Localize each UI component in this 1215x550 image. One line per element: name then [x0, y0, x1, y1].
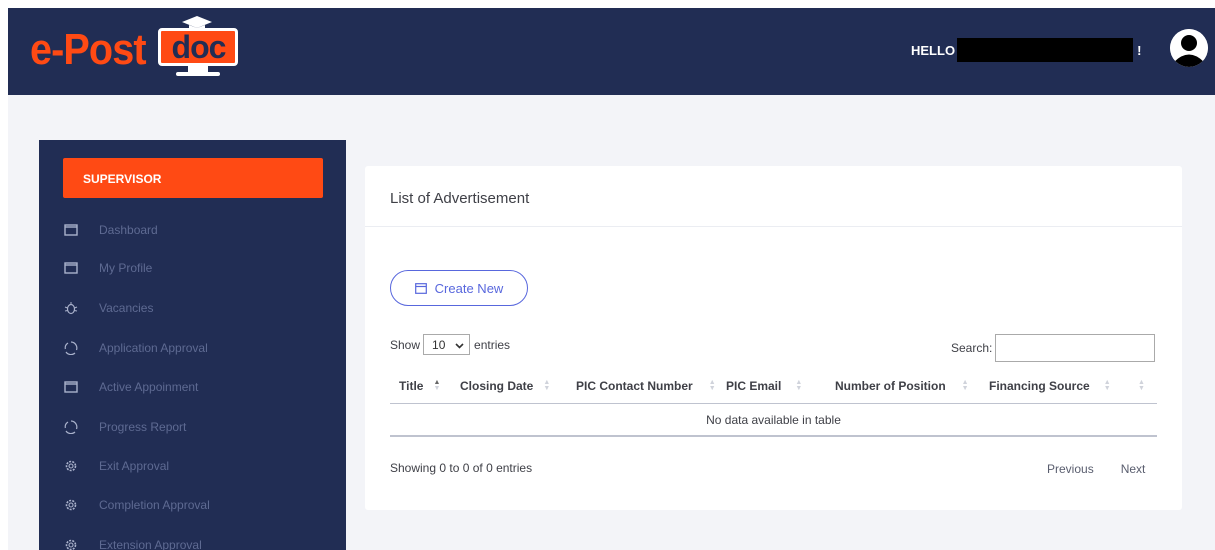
- sidebar-item-my-profile[interactable]: My Profile: [63, 258, 152, 278]
- create-new-label: Create New: [434, 280, 504, 296]
- sort-icon: ▲ ▼: [795, 379, 803, 392]
- column-header-actions[interactable]: ▲ ▼: [1115, 369, 1157, 403]
- bug-icon: [63, 300, 79, 316]
- cycle-icon: [63, 419, 79, 435]
- sidebar-item-exit-approval[interactable]: Exit Approval: [63, 456, 169, 476]
- previous-button[interactable]: Previous: [1047, 462, 1094, 476]
- sidebar-item-label: My Profile: [99, 261, 153, 275]
- column-header-pic-email[interactable]: PIC Email ▲ ▼: [717, 369, 826, 403]
- sidebar-item-dashboard[interactable]: Dashboard: [63, 220, 158, 240]
- entries-length-control: Show 10 entries: [390, 334, 510, 355]
- greeting-suffix: !: [1137, 42, 1142, 58]
- monitor-icon: doc: [154, 16, 242, 78]
- sidebar-item-active-appoinment[interactable]: Active Appoinment: [63, 377, 198, 397]
- advertisement-table: Title ▲ ▼ Closing Date ▲ ▼ PIC Contact Num…: [390, 369, 1157, 437]
- gear-icon: [63, 537, 79, 550]
- table-search: Search:: [951, 334, 1156, 362]
- folder-icon: [63, 222, 79, 238]
- redacted-username: [957, 38, 1134, 62]
- sort-icon: ▲ ▼: [961, 379, 969, 392]
- page-title: List of Advertisement: [365, 166, 1182, 227]
- sidebar-item-label: Vacancies: [99, 301, 154, 315]
- sidebar: SUPERVISOR Dashboard My Profile Vacancie…: [39, 140, 346, 550]
- search-input[interactable]: [995, 334, 1156, 362]
- top-navbar: e-Post doc HELLO !: [8, 8, 1215, 95]
- column-header-financing-source[interactable]: Financing Source ▲ ▼: [980, 369, 1115, 403]
- user-greeting: HELLO !: [911, 38, 1141, 62]
- epostdoc-logo[interactable]: e-Post doc: [30, 16, 242, 78]
- column-header-pic-contact-number[interactable]: PIC Contact Number ▲ ▼: [567, 369, 717, 403]
- role-badge[interactable]: SUPERVISOR: [63, 158, 323, 198]
- sidebar-item-label: Extension Approval: [99, 538, 202, 550]
- sort-asc-icon: ▲ ▼: [433, 379, 441, 392]
- column-header-title[interactable]: Title ▲ ▼: [390, 369, 451, 403]
- chevron-down-icon: [455, 338, 464, 352]
- sidebar-item-label: Exit Approval: [99, 459, 170, 473]
- sidebar-item-label: Application Approval: [99, 341, 208, 355]
- create-new-button[interactable]: Create New: [390, 270, 528, 306]
- pagination: Previous Next: [1047, 462, 1145, 476]
- entries-select-value: 10: [432, 337, 446, 352]
- logo-doc-text: doc: [171, 29, 227, 65]
- calendar-icon: [414, 282, 427, 294]
- sidebar-item-label: Completion Approval: [99, 498, 210, 512]
- gear-icon: [63, 458, 79, 474]
- table-header: Title ▲ ▼ Closing Date ▲ ▼ PIC Contact Num…: [390, 369, 1157, 404]
- sort-icon: ▲ ▼: [1138, 379, 1145, 392]
- folder-icon: [63, 379, 79, 395]
- empty-table-message: No data available in table: [390, 404, 1157, 437]
- gear-icon: [63, 497, 79, 513]
- sidebar-item-extension-approval[interactable]: Extension Approval: [63, 535, 202, 550]
- table-info: Showing 0 to 0 of 0 entries: [390, 461, 533, 475]
- sidebar-item-label: Progress Report: [99, 420, 187, 434]
- sidebar-item-label: Active Appoinment: [99, 380, 199, 394]
- sidebar-item-application-approval[interactable]: Application Approval: [63, 338, 208, 358]
- cycle-icon: [63, 340, 79, 356]
- next-button[interactable]: Next: [1121, 462, 1146, 476]
- folder-icon: [63, 260, 79, 276]
- sort-icon: ▲ ▼: [708, 379, 716, 392]
- entries-select[interactable]: 10: [423, 334, 471, 355]
- column-header-closing-date[interactable]: Closing Date ▲ ▼: [451, 369, 567, 403]
- show-label: Show: [390, 337, 421, 352]
- logo-text: e-Post: [30, 25, 147, 74]
- greeting-text: HELLO: [911, 42, 956, 58]
- advertisement-panel: List of Advertisement Create New Show 10…: [365, 166, 1182, 510]
- entries-label: entries: [474, 337, 511, 352]
- sidebar-item-vacancies[interactable]: Vacancies: [63, 298, 153, 318]
- sidebar-item-label: Dashboard: [99, 223, 158, 237]
- sort-icon: ▲ ▼: [543, 379, 551, 392]
- column-header-number-of-position[interactable]: Number of Position ▲ ▼: [826, 369, 980, 403]
- sort-icon: ▲ ▼: [1103, 379, 1111, 392]
- user-avatar-icon[interactable]: [1170, 29, 1208, 67]
- sidebar-item-completion-approval[interactable]: Completion Approval: [63, 495, 210, 515]
- search-label: Search:: [951, 341, 993, 355]
- sidebar-item-progress-report[interactable]: Progress Report: [63, 417, 186, 437]
